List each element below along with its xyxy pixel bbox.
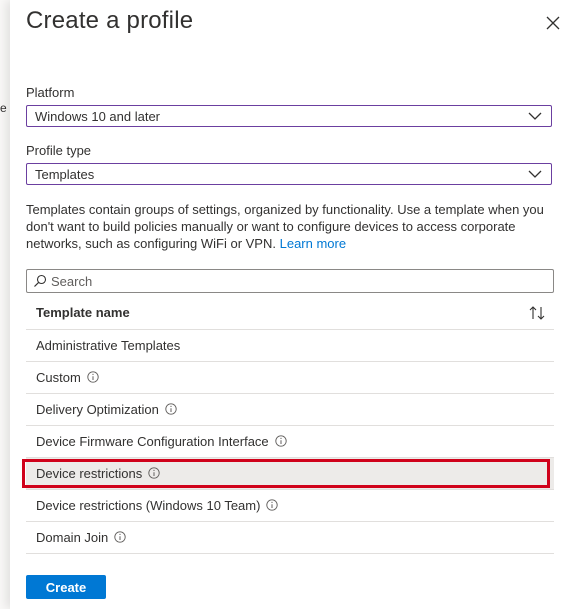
chevron-down-icon (528, 170, 542, 178)
template-cell: Custom (36, 370, 99, 385)
panel-title: Create a profile (26, 7, 194, 34)
info-icon[interactable] (266, 499, 279, 511)
platform-label: Platform (26, 85, 75, 100)
info-icon[interactable] (275, 435, 287, 447)
info-icon[interactable] (148, 467, 160, 479)
close-icon[interactable] (544, 14, 562, 32)
info-icon[interactable] (114, 531, 126, 543)
create-button[interactable]: Create (26, 575, 106, 599)
profile-type-label: Profile type (26, 143, 92, 158)
table-header: Template name (26, 297, 554, 330)
profile-type-value: Templates (35, 167, 95, 182)
table-row-delivery-optimization[interactable]: Delivery Optimization (26, 394, 554, 426)
template-name: Device restrictions (Windows 10 Team) (36, 498, 261, 513)
template-name: Device Firmware Configuration Interface (36, 434, 269, 449)
template-name-column-header: Template name (36, 305, 130, 320)
table-row-device-restrictions-windows-10-team[interactable]: Device restrictions (Windows 10 Team) (26, 490, 554, 522)
table-row-device-restrictions[interactable]: Device restrictions (22, 458, 554, 490)
search-input[interactable] (51, 272, 541, 290)
template-cell: Device Firmware Configuration Interface (36, 434, 287, 449)
platform-value: Windows 10 and later (35, 109, 161, 124)
profile-type-dropdown[interactable]: Templates (26, 163, 552, 185)
template-cell: Domain Join (36, 530, 126, 545)
table-row-custom[interactable]: Custom (26, 362, 554, 394)
chevron-down-icon (528, 112, 542, 120)
template-name: Administrative Templates (36, 338, 181, 353)
background-text-fragment: e (0, 101, 7, 115)
template-cell: Delivery Optimization (36, 402, 177, 417)
create-profile-panel: Create a profile Platform Windows 10 and… (10, 0, 567, 609)
template-name: Custom (36, 370, 81, 385)
template-name: Domain Join (36, 530, 109, 545)
info-icon[interactable] (87, 371, 99, 383)
template-description: Templates contain groups of settings, or… (26, 201, 556, 252)
platform-dropdown[interactable]: Windows 10 and later (26, 105, 552, 127)
info-icon[interactable] (165, 403, 177, 415)
learn-more-link[interactable]: Learn more (280, 236, 346, 251)
template-name: Delivery Optimization (36, 402, 159, 417)
template-table: Template name Administrative Templates C… (22, 297, 554, 554)
template-cell: Device restrictions (36, 466, 160, 481)
table-row-domain-join[interactable]: Domain Join (26, 522, 554, 554)
search-box[interactable] (26, 269, 554, 293)
template-name: Device restrictions (36, 466, 143, 481)
table-row-device-firmware-configuration-interface[interactable]: Device Firmware Configuration Interface (26, 426, 554, 458)
template-cell: Device restrictions (Windows 10 Team) (36, 498, 279, 513)
table-row-administrative-templates[interactable]: Administrative Templates (26, 330, 554, 362)
sort-icon[interactable] (528, 305, 546, 321)
search-icon (34, 274, 47, 287)
